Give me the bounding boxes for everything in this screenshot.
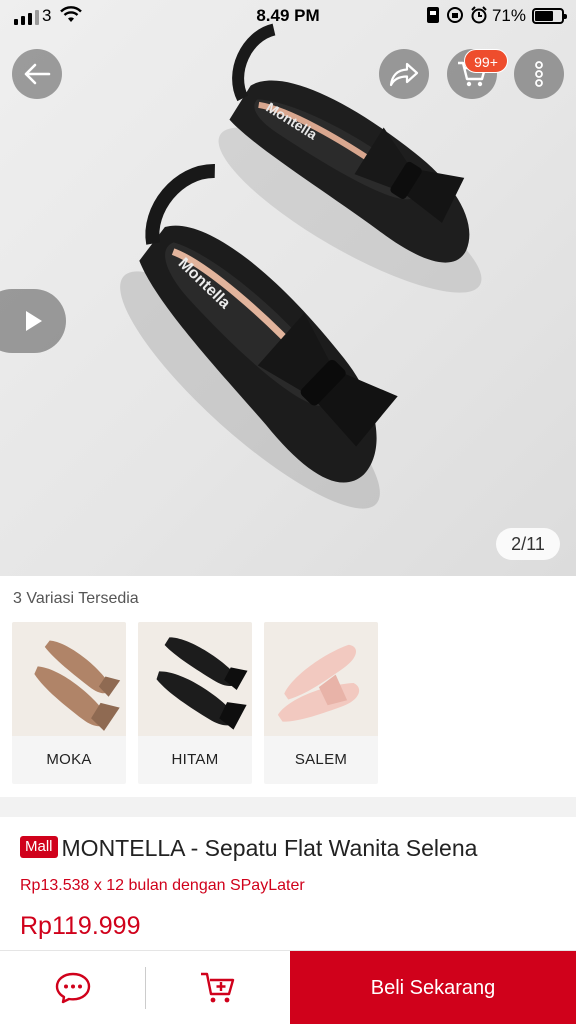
- variation-option-moka[interactable]: MOKA: [12, 622, 126, 784]
- variation-thumbnail: [264, 622, 378, 736]
- variation-thumbnail: [138, 622, 252, 736]
- status-icons: [426, 6, 488, 29]
- installment-info[interactable]: Rp13.538 x 12 bulan dengan SPayLater: [20, 877, 305, 895]
- product-title: MONTELLA - Sepatu Flat Wanita Selena: [61, 835, 478, 861]
- product-title-row: Mall MONTELLA - Sepatu Flat Wanita Selen…: [20, 835, 560, 862]
- product-detail-screen: Montella Montella 3 8.49 PM 71% 99+ 2/11…: [0, 0, 576, 1024]
- portrait-lock-icon: [426, 6, 440, 29]
- variation-list: MOKA HITAM SALEM: [12, 622, 378, 784]
- chat-button[interactable]: [0, 951, 145, 1024]
- product-price: Rp119.999: [20, 912, 141, 940]
- share-button[interactable]: [379, 49, 429, 99]
- back-button[interactable]: [12, 49, 62, 99]
- more-vertical-icon: [535, 61, 543, 87]
- buy-now-button[interactable]: Beli Sekarang: [290, 951, 576, 1024]
- rotation-lock-icon: [446, 6, 464, 29]
- status-bar: 3 8.49 PM 71%: [0, 0, 576, 34]
- cart-count-badge: 99+: [464, 49, 508, 73]
- play-video-button[interactable]: [0, 289, 66, 353]
- share-icon: [389, 62, 419, 87]
- mall-badge: Mall: [20, 835, 58, 858]
- status-time: 8.49 PM: [256, 6, 320, 25]
- product-image-gallery[interactable]: Montella Montella 3 8.49 PM 71% 99+ 2/11: [0, 0, 576, 576]
- add-to-cart-icon: [201, 972, 235, 1003]
- more-options-button[interactable]: [514, 49, 564, 99]
- variation-label: HITAM: [171, 751, 219, 768]
- image-page-indicator: 2/11: [496, 528, 560, 560]
- variation-label: SALEM: [294, 751, 348, 768]
- alarm-icon: [470, 6, 488, 29]
- bottom-action-bar: Beli Sekarang: [0, 950, 576, 1024]
- variation-label: MOKA: [46, 751, 92, 768]
- section-divider: [0, 797, 576, 817]
- variation-thumbnail: [12, 622, 126, 736]
- variation-option-hitam[interactable]: HITAM: [138, 622, 252, 784]
- battery-percent: 71%: [491, 6, 526, 25]
- battery-icon: [532, 8, 567, 24]
- chat-icon: [55, 972, 90, 1004]
- variation-option-salem[interactable]: SALEM: [264, 622, 378, 784]
- play-icon: [26, 311, 42, 331]
- arrow-left-icon: [24, 63, 51, 85]
- variations-title: 3 Variasi Tersedia: [13, 590, 139, 607]
- add-to-cart-button[interactable]: [146, 951, 290, 1024]
